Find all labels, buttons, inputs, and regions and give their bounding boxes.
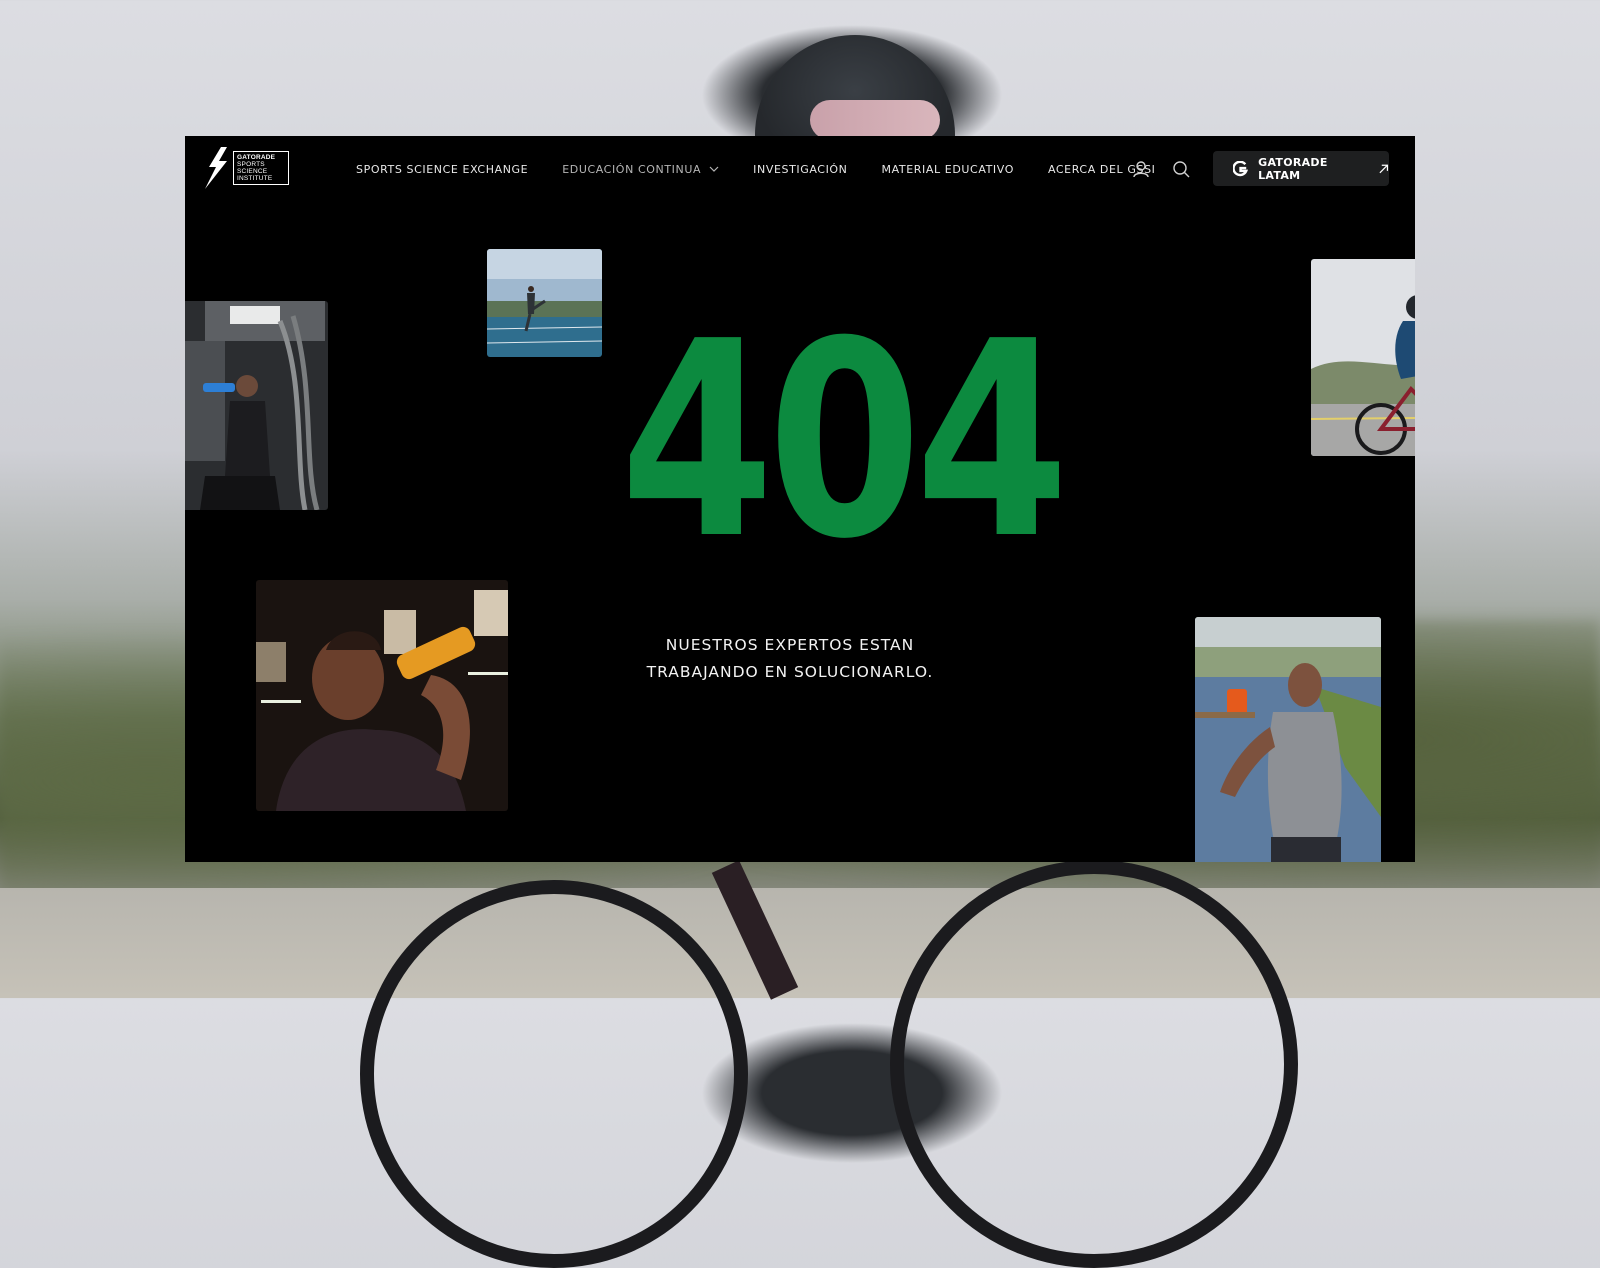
external-arrow-icon: [1379, 164, 1388, 173]
gssi-logo[interactable]: GATORADE SPORTS SCIENCE INSTITUTE: [203, 145, 291, 190]
photo-athlete-gym-drinking: [185, 301, 328, 510]
error-message: NUESTROS EXPERTOS ESTAN TRABAJANDO EN SO…: [645, 632, 935, 686]
logo-line: SCIENCE: [237, 168, 268, 175]
chevron-down-icon: [709, 166, 719, 172]
search-icon[interactable]: [1171, 159, 1191, 179]
photo-runner-track: [1195, 617, 1381, 862]
cta-label: GATORADE LATAM: [1258, 155, 1328, 182]
top-navigation: GATORADE SPORTS SCIENCE INSTITUTE SPORTS…: [185, 136, 1415, 202]
user-icon[interactable]: [1131, 159, 1151, 179]
website-window: GATORADE SPORTS SCIENCE INSTITUTE SPORTS…: [185, 136, 1415, 862]
background-bike-wheel: [360, 880, 748, 1268]
gatorade-g-icon: [1233, 160, 1249, 176]
nav-item-material-educativo[interactable]: MATERIAL EDUCATIVO: [882, 163, 1014, 176]
logo-line: GATORADE: [237, 154, 276, 161]
background-bike-wheel: [890, 860, 1298, 1268]
error-message-line: TRABAJANDO EN SOLUCIONARLO.: [646, 663, 934, 681]
nav-item-educacion-continua[interactable]: EDUCACIÓN CONTINUA: [562, 163, 719, 176]
nav-item-investigacion[interactable]: INVESTIGACIÓN: [753, 163, 847, 176]
nav-item-sports-science-exchange[interactable]: SPORTS SCIENCE EXCHANGE: [356, 163, 528, 176]
background-cyclist-goggles: [810, 100, 940, 140]
photo-athlete-drinking-orange: [256, 580, 508, 811]
gatorade-latam-button[interactable]: GATORADE LATAM: [1213, 151, 1389, 186]
bolt-logo-icon: [203, 147, 227, 189]
nav-item-label: EDUCACIÓN CONTINUA: [562, 162, 702, 176]
logo-line: INSTITUTE: [237, 175, 273, 182]
logo-wordmark: GATORADE SPORTS SCIENCE INSTITUTE: [233, 151, 289, 185]
error-code: 404: [620, 283, 1069, 598]
error-message-line: NUESTROS EXPERTOS ESTAN: [665, 636, 915, 654]
logo-line: SPORTS: [237, 161, 265, 168]
photo-athlete-track-stretch: [487, 249, 602, 357]
main-menu: SPORTS SCIENCE EXCHANGE EDUCACIÓN CONTIN…: [356, 136, 1190, 202]
photo-cyclist-road: [1311, 259, 1415, 456]
background-road: [0, 888, 1600, 998]
